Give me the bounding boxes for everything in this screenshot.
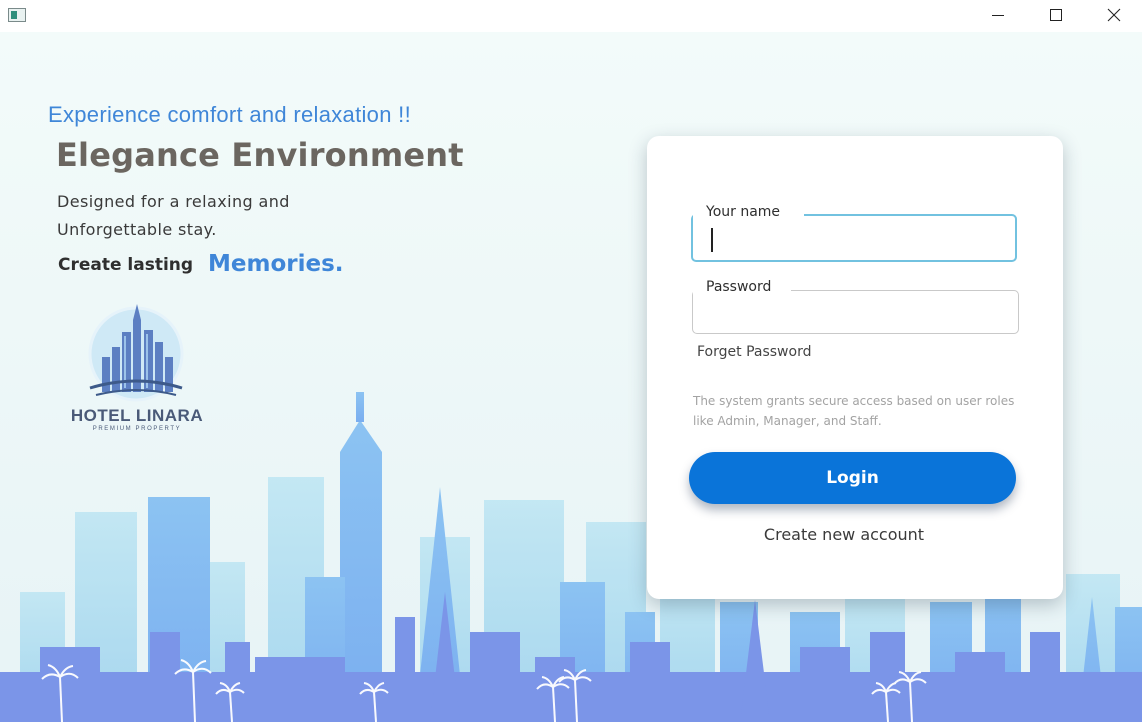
login-button[interactable]: Login	[689, 452, 1016, 504]
hero-lasting-text: Create lasting	[58, 255, 194, 275]
name-input[interactable]	[709, 224, 999, 250]
password-field[interactable]: Password	[692, 279, 1019, 334]
role-access-info-line: The system grants secure access based on…	[693, 394, 1015, 408]
minimize-icon	[992, 15, 1004, 16]
close-button[interactable]	[1085, 0, 1142, 32]
hero-memories-text: Memories.	[208, 251, 344, 277]
create-account-link[interactable]: Create new account	[647, 525, 1041, 544]
maximize-button[interactable]	[1027, 0, 1085, 32]
hero-tagline: Experience comfort and relaxation !!	[48, 102, 411, 127]
role-access-info-line: like Admin, Manager, and Staff.	[693, 414, 882, 428]
role-access-info: The system grants secure access based on…	[693, 391, 1023, 431]
maximize-icon	[1050, 9, 1062, 21]
hero-description-line: Designed for a relaxing and	[57, 192, 290, 211]
login-window-content: Experience comfort and relaxation !! Ele…	[0, 32, 1142, 722]
name-field-label: Your name	[693, 204, 805, 220]
forget-password-link[interactable]: Forget Password	[697, 344, 811, 360]
hotel-logo: HOTEL LINARA PREMIUM PROPERTY	[62, 302, 212, 442]
hero-description: Designed for a relaxing and Unforgettabl…	[57, 188, 290, 244]
hotel-logo-emblem-icon	[88, 304, 184, 402]
hotel-logo-subtitle: PREMIUM PROPERTY	[92, 426, 182, 432]
close-icon	[1107, 8, 1121, 22]
hero-headline: Elegance Environment	[56, 136, 464, 174]
hotel-logo-name: HOTEL LINARA	[70, 406, 204, 425]
login-card: Your name Password Forget Password The s…	[647, 136, 1063, 599]
hero-description-line: Unforgettable stay.	[57, 220, 217, 239]
minimize-button[interactable]	[969, 0, 1027, 32]
password-field-label: Password	[693, 279, 792, 295]
title-bar	[0, 0, 1142, 32]
app-window-icon	[8, 8, 26, 22]
password-input[interactable]	[709, 299, 999, 325]
name-field[interactable]: Your name	[691, 204, 1017, 262]
